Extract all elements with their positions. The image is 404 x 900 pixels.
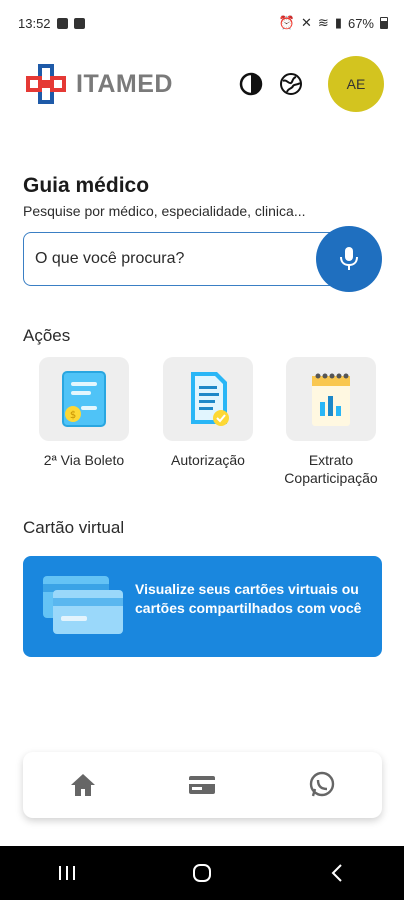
home-circle-icon — [192, 864, 211, 882]
back-chevron-icon — [331, 864, 342, 882]
checkbox-notification-icon — [73, 17, 85, 29]
voice-search-button[interactable] — [316, 226, 382, 292]
back-button[interactable] — [317, 853, 357, 893]
action-tile — [286, 357, 376, 441]
page-subtitle: Pesquise por médico, especialidade, clin… — [23, 203, 306, 219]
system-navigation-bar — [0, 846, 404, 900]
battery-percent: 67% — [347, 15, 374, 31]
nav-card[interactable] — [172, 760, 232, 810]
recent-apps-button[interactable] — [47, 853, 87, 893]
status-time: 13:52 — [18, 15, 51, 31]
action-tile: $ — [39, 357, 129, 441]
authorization-document-icon — [191, 372, 229, 426]
nav-whatsapp[interactable] — [292, 760, 352, 810]
globe-icon[interactable] — [278, 71, 304, 97]
search-placeholder: O que você procura? — [35, 250, 185, 267]
microphone-icon — [340, 247, 358, 270]
signal-icon: ▮ — [334, 15, 342, 30]
logo-cross-icon — [26, 64, 66, 104]
app-header: ITAMED AE — [22, 54, 384, 114]
recent-apps-icon — [59, 866, 76, 880]
gallery-icon — [56, 17, 68, 29]
banner-text: Visualize seus cartões virtuais ou cartõ… — [135, 581, 362, 616]
status-bar: 13:52 ⏰ ✕ ≋ ▮ 67% — [0, 0, 404, 46]
avatar[interactable]: AE — [328, 56, 384, 112]
mute-icon: ✕ — [301, 15, 312, 30]
action-extrato[interactable]: Extrato Coparticipação — [281, 357, 381, 487]
action-boleto[interactable]: $ 2ª Via Boleto — [34, 357, 134, 469]
whatsapp-icon — [309, 771, 335, 797]
page-title: Guia médico — [23, 174, 150, 197]
virtual-card-banner[interactable]: Visualize seus cartões virtuais ou cartõ… — [23, 556, 382, 657]
battery-icon — [380, 17, 388, 29]
wifi-icon: ≋ — [317, 15, 329, 30]
cards-icon — [43, 576, 123, 634]
status-left: 13:52 — [18, 16, 85, 31]
home-icon — [70, 774, 95, 796]
action-label: Extrato Coparticipação — [284, 452, 378, 486]
header-actions: AE — [238, 56, 384, 112]
action-autorizacao[interactable]: Autorização — [158, 357, 258, 469]
invoice-icon: $ — [62, 371, 106, 427]
search-input[interactable]: O que você procura? — [23, 232, 363, 286]
action-label: 2ª Via Boleto — [43, 452, 125, 468]
contrast-icon[interactable] — [238, 71, 264, 97]
svg-text:$: $ — [70, 410, 76, 421]
itamed-logo: ITAMED — [22, 64, 173, 104]
avatar-initials: AE — [346, 76, 366, 92]
brand-name: ITAMED — [76, 69, 173, 98]
nav-home[interactable] — [53, 760, 113, 810]
actions-title: Ações — [23, 326, 71, 345]
action-label: Autorização — [171, 452, 245, 468]
alarm-icon: ⏰ — [278, 15, 295, 30]
virtual-card-title: Cartão virtual — [23, 518, 125, 537]
status-right: ⏰ ✕ ≋ ▮ 67% — [279, 15, 388, 31]
bottom-navigation — [23, 752, 382, 818]
action-tile — [163, 357, 253, 441]
statement-chart-icon — [312, 373, 350, 426]
home-system-button[interactable] — [182, 853, 222, 893]
card-icon — [189, 776, 216, 794]
